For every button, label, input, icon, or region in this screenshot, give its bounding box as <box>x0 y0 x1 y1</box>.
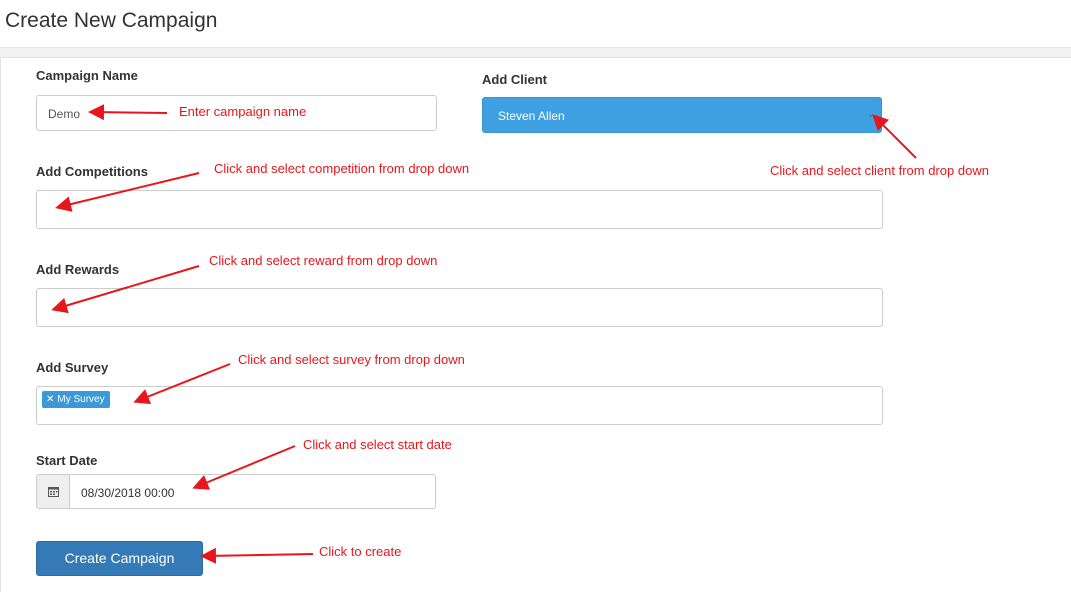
annotation-competitions: Click and select competition from drop d… <box>214 161 470 176</box>
annotation-arrows <box>51 104 917 564</box>
arrow-campaign-name <box>88 104 168 121</box>
arrow-survey <box>133 363 231 404</box>
arrow-client <box>872 114 917 159</box>
annotation-rewards: Click and select reward from drop down <box>209 253 438 268</box>
annotation-start-date: Click and select start date <box>303 437 452 452</box>
arrow-submit <box>200 547 314 564</box>
arrow-start-date <box>192 445 296 490</box>
annotation-survey: Click and select survey from drop down <box>238 352 465 367</box>
arrow-competitions <box>55 172 200 212</box>
annotation-campaign-name: Enter campaign name <box>179 104 307 119</box>
annotation-submit: Click to create <box>319 544 402 559</box>
arrow-rewards <box>51 265 200 314</box>
annotation-client: Click and select client from drop down <box>770 163 989 178</box>
